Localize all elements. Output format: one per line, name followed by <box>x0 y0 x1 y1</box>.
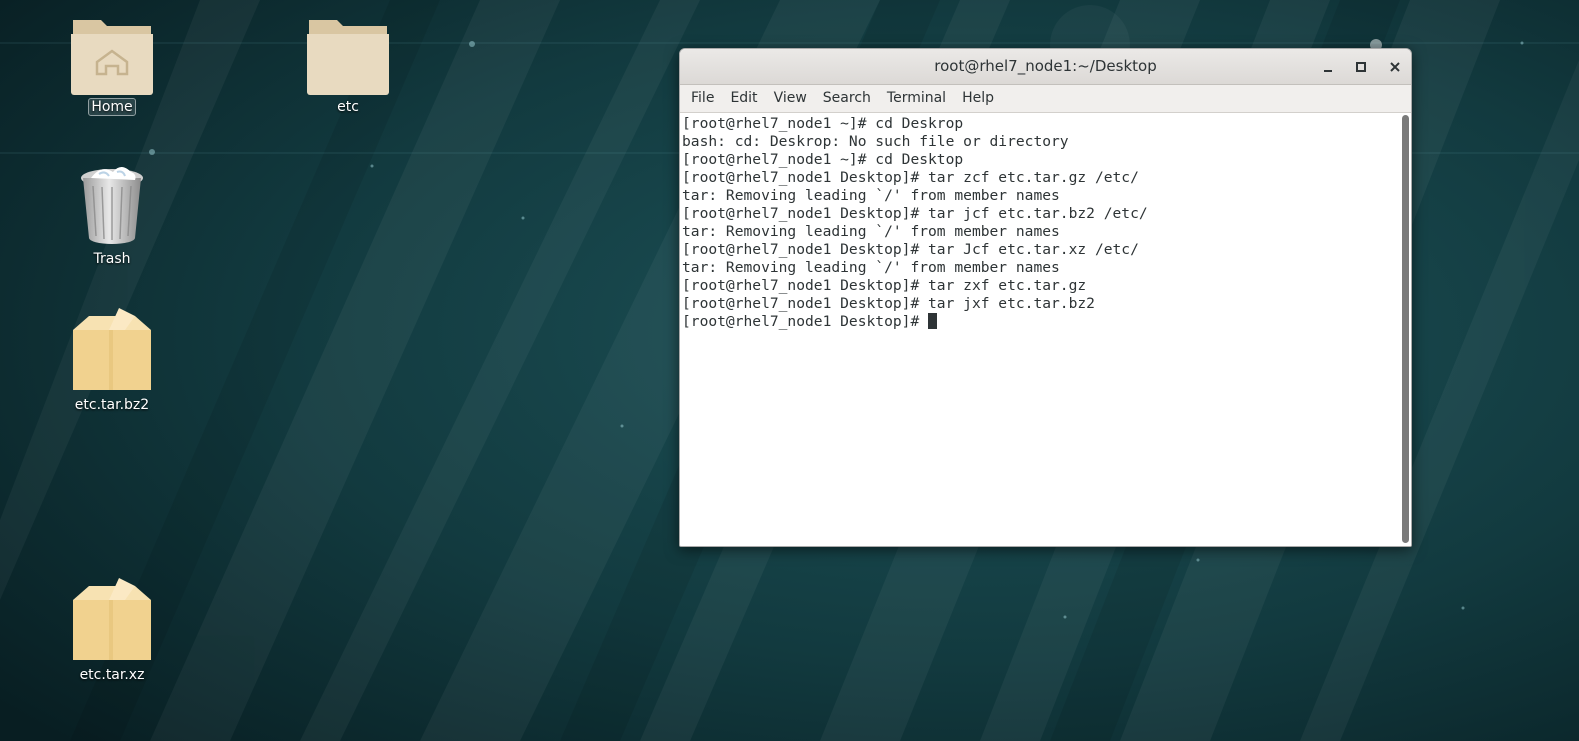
maximize-button[interactable] <box>1350 56 1372 78</box>
menu-file[interactable]: File <box>683 85 722 112</box>
desktop-icon-home[interactable]: Home <box>52 12 172 116</box>
archive-icon <box>73 308 151 390</box>
close-icon <box>1390 62 1400 72</box>
menu-help[interactable]: Help <box>954 85 1002 112</box>
desktop-icon-label: Trash <box>93 251 131 267</box>
terminal-prompt-line[interactable]: [root@rhel7_node1 Desktop]# <box>682 313 1397 331</box>
archive-icon <box>73 578 151 660</box>
terminal-line: [root@rhel7_node1 Desktop]# tar jxf etc.… <box>682 295 1095 312</box>
desktop-icon-etc-folder[interactable]: etc <box>288 12 408 115</box>
minimize-button[interactable] <box>1317 56 1339 78</box>
terminal-line: tar: Removing leading `/' from member na… <box>682 223 1060 240</box>
window-title: root@rhel7_node1:~/Desktop <box>934 57 1157 75</box>
desktop-icon-label: Home <box>88 98 136 116</box>
trash-icon <box>81 167 143 244</box>
terminal-text: [root@rhel7_node1 ~]# cd Deskrop bash: cd… <box>682 115 1397 331</box>
desktop-icon-label: etc <box>337 99 359 115</box>
maximize-icon <box>1356 62 1366 72</box>
terminal-line: [root@rhel7_node1 Desktop]# tar zxf etc.… <box>682 277 1087 294</box>
home-folder-icon <box>71 20 153 95</box>
desktop-icon-trash[interactable]: Trash <box>52 164 172 267</box>
terminal-prompt: [root@rhel7_node1 Desktop]# <box>682 313 929 330</box>
terminal-line: tar: Removing leading `/' from member na… <box>682 187 1060 204</box>
terminal-cursor <box>928 313 938 329</box>
terminal-line: [root@rhel7_node1 ~]# cd Deskrop <box>682 115 964 132</box>
terminal-window[interactable]: root@rhel7_node1:~/Desktop File Edit Vie… <box>679 48 1412 547</box>
terminal-line: [root@rhel7_node1 Desktop]# tar Jcf etc.… <box>682 241 1139 258</box>
window-titlebar[interactable]: root@rhel7_node1:~/Desktop <box>680 49 1411 85</box>
desktop-icon-label: etc.tar.xz <box>79 667 145 683</box>
menu-terminal[interactable]: Terminal <box>879 85 954 112</box>
terminal-line: [root@rhel7_node1 ~]# cd Desktop <box>682 151 964 168</box>
menu-view[interactable]: View <box>766 85 815 112</box>
terminal-line: tar: Removing leading `/' from member na… <box>682 259 1060 276</box>
folder-icon <box>307 20 389 95</box>
desktop-icon-label: etc.tar.bz2 <box>74 397 150 413</box>
terminal-line: [root@rhel7_node1 Desktop]# tar zcf etc.… <box>682 169 1139 186</box>
terminal-line: [root@rhel7_node1 Desktop]# tar jcf etc.… <box>682 205 1148 222</box>
desktop-icon-etc-tar-bz2[interactable]: etc.tar.bz2 <box>52 304 172 413</box>
desktop-icon-etc-tar-xz[interactable]: etc.tar.xz <box>52 574 172 683</box>
menu-search[interactable]: Search <box>815 85 879 112</box>
close-button[interactable] <box>1384 56 1406 78</box>
menu-edit[interactable]: Edit <box>722 85 765 112</box>
terminal-output-area[interactable]: [root@rhel7_node1 ~]# cd Deskrop bash: cd… <box>680 113 1411 546</box>
terminal-scrollbar[interactable] <box>1402 115 1409 543</box>
menu-bar: File Edit View Search Terminal Help <box>680 85 1411 113</box>
minimize-icon <box>1324 70 1332 72</box>
terminal-line: bash: cd: Deskrop: No such file or direc… <box>682 133 1069 150</box>
